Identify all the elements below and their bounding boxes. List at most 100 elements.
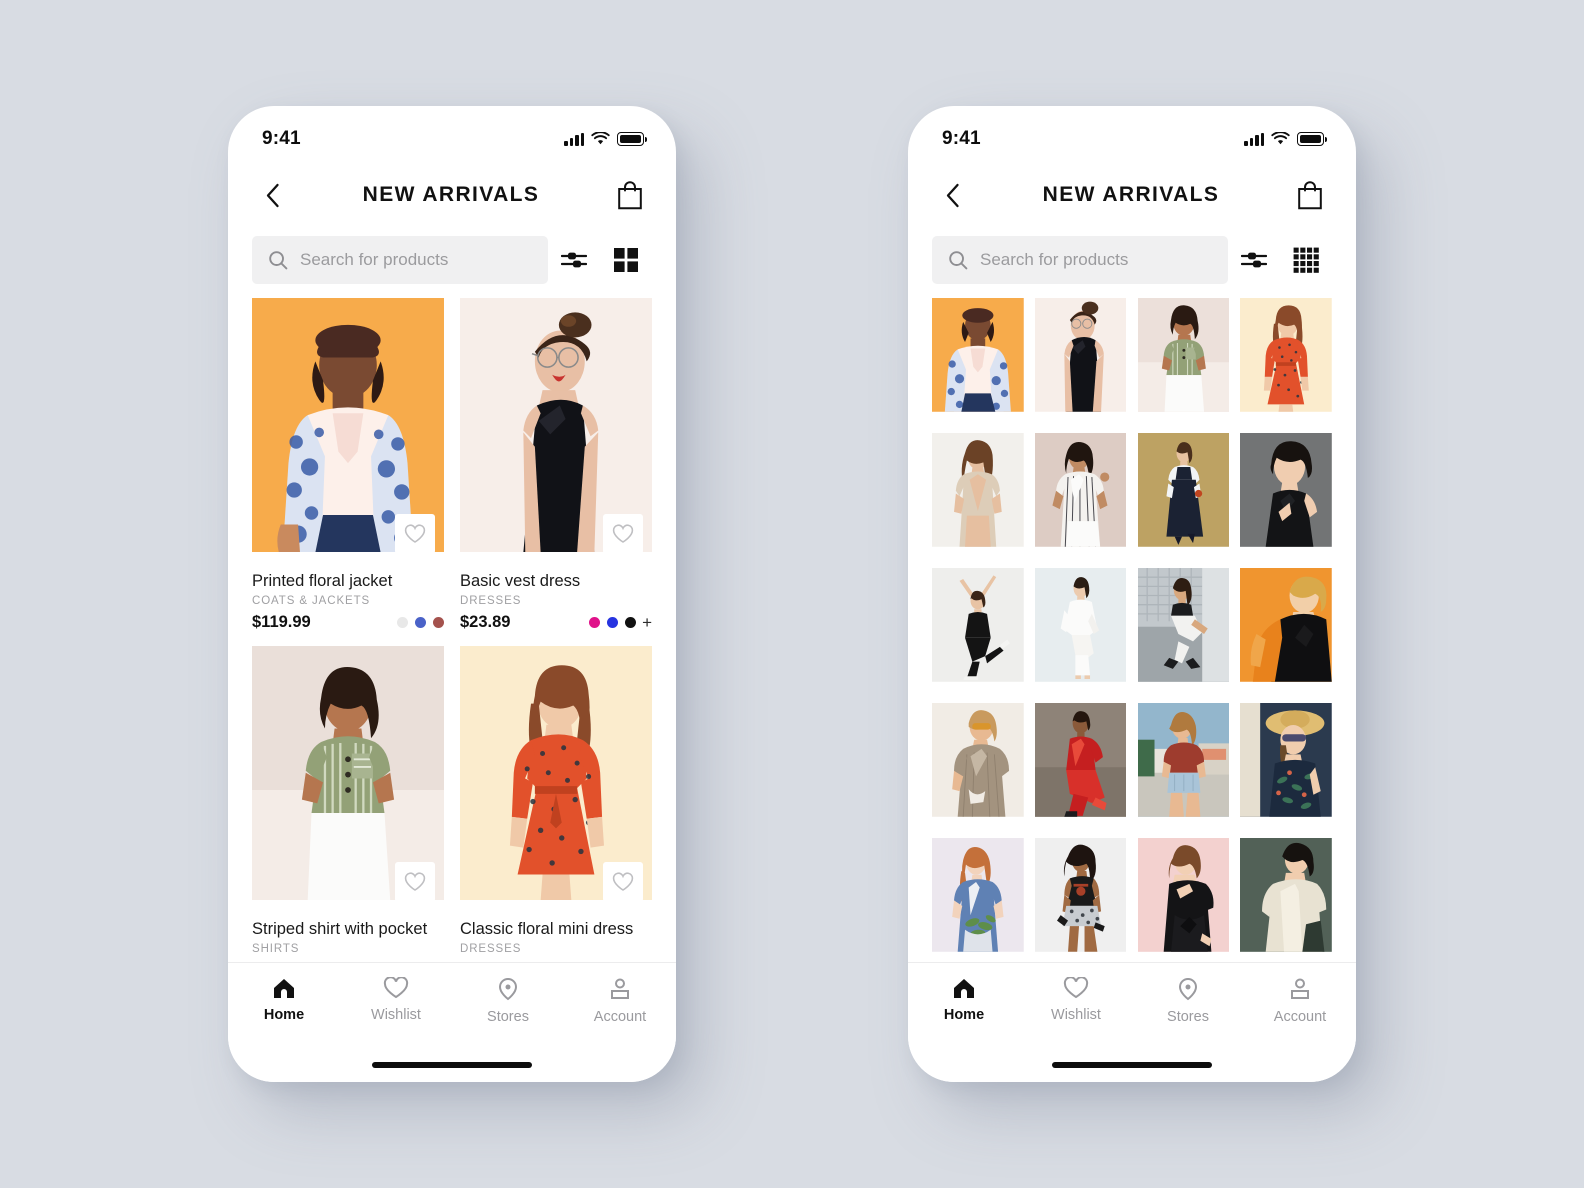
thumbnail[interactable] — [1034, 838, 1127, 962]
home-indicator[interactable] — [372, 1062, 532, 1068]
thumbnail[interactable] — [1240, 568, 1332, 692]
thumbnail[interactable] — [1240, 433, 1332, 557]
thumbnail[interactable] — [1137, 838, 1230, 962]
favorite-button[interactable] — [395, 514, 435, 554]
product-card[interactable]: Basic vest dress DRESSES $23.89 + — [460, 298, 652, 632]
person-icon — [611, 978, 629, 999]
phone-left: 9:41 NEW ARRIVALS Search for products Pr… — [228, 106, 676, 1082]
filter-button[interactable] — [548, 236, 600, 284]
thumb-dancer-black-jumpsuit — [932, 568, 1024, 682]
product-footer: $119.99 — [252, 613, 444, 632]
wifi-icon — [591, 132, 610, 145]
color-swatch[interactable] — [589, 617, 601, 628]
thumb-beige-blazer — [932, 433, 1024, 547]
product-card[interactable]: Striped shirt with pocket SHIRTS $42.95 … — [252, 646, 444, 962]
phone-mockup-stage: 9:41 NEW ARRIVALS Search for products Pr… — [0, 0, 1584, 1188]
status-icons — [1244, 132, 1328, 146]
view-toggle-button[interactable] — [600, 236, 652, 284]
heart-outline-icon — [612, 524, 634, 543]
product-card[interactable]: Classic floral mini dress DRESSES $160.9… — [460, 646, 652, 962]
color-swatch[interactable] — [607, 617, 619, 628]
nav-item-account[interactable]: Account — [1244, 977, 1356, 1025]
search-input[interactable]: Search for products — [932, 236, 1228, 284]
product-image[interactable] — [460, 298, 652, 563]
thumbnail[interactable] — [932, 568, 1024, 692]
status-bar: 9:41 — [228, 106, 676, 162]
favorite-button[interactable] — [603, 514, 643, 554]
nav-label: Account — [1273, 1009, 1327, 1025]
product-price: $23.89 — [460, 613, 511, 631]
thumbnail[interactable] — [932, 838, 1024, 962]
heart-icon — [383, 977, 409, 999]
chevron-left-icon — [266, 183, 279, 207]
filter-sliders-icon — [561, 252, 587, 268]
nav-label: Stores — [487, 1009, 529, 1025]
thumb-red-satin-suit — [1034, 703, 1127, 817]
shopping-bag-icon — [618, 181, 642, 210]
home-indicator[interactable] — [1052, 1062, 1212, 1068]
color-swatch[interactable] — [433, 617, 444, 628]
thumbnail[interactable] — [1137, 703, 1230, 827]
product-footer: $23.89 + — [460, 613, 652, 632]
product-image[interactable] — [460, 646, 652, 911]
thumb-striped-shirt — [1137, 298, 1230, 412]
thumbnail[interactable] — [932, 703, 1024, 827]
shopping-bag-button[interactable] — [1290, 175, 1330, 215]
nav-label: Wishlist — [1051, 1007, 1101, 1023]
color-swatch[interactable] — [415, 617, 426, 628]
thumb-black-top-portrait — [1240, 433, 1332, 547]
thumbnail[interactable] — [1240, 838, 1332, 962]
product-name: Printed floral jacket — [252, 572, 393, 590]
color-swatch[interactable] — [397, 617, 408, 628]
favorite-button[interactable] — [603, 862, 643, 902]
more-colors-button[interactable]: + — [642, 614, 652, 631]
nav-label: Home — [263, 1007, 305, 1023]
nav-item-home[interactable]: Home — [228, 977, 340, 1023]
thumbnail[interactable] — [1137, 568, 1230, 692]
thumbnail[interactable] — [1034, 703, 1127, 827]
product-card[interactable]: Printed floral jacket COATS & JACKETS $1… — [252, 298, 444, 632]
back-button[interactable] — [252, 175, 292, 215]
phone-right: 9:41 NEW ARRIVALS Search for products Ho… — [908, 106, 1356, 1082]
nav-item-stores[interactable]: Stores — [1132, 977, 1244, 1025]
shopping-bag-button[interactable] — [610, 175, 650, 215]
product-image[interactable] — [252, 298, 444, 563]
search-input[interactable]: Search for products — [252, 236, 548, 284]
search-icon — [949, 251, 968, 270]
thumbnail[interactable] — [932, 298, 1024, 422]
search-placeholder: Search for products — [300, 250, 449, 269]
nav-item-stores[interactable]: Stores — [452, 977, 564, 1025]
thumbnail[interactable] — [1034, 568, 1127, 692]
product-image[interactable] — [252, 646, 444, 911]
filter-button[interactable] — [1228, 236, 1280, 284]
thumb-navy-pinafore — [1137, 433, 1230, 547]
cellular-signal-icon — [1244, 132, 1264, 146]
nav-item-wishlist[interactable]: Wishlist — [340, 977, 452, 1023]
location-pin-icon — [498, 977, 518, 1001]
nav-item-wishlist[interactable]: Wishlist — [1020, 977, 1132, 1023]
thumbnail[interactable] — [1240, 298, 1332, 422]
thumbnail[interactable] — [1137, 298, 1230, 422]
status-bar: 9:41 — [908, 106, 1356, 162]
product-list: Printed floral jacket COATS & JACKETS $1… — [228, 298, 676, 962]
product-category: DRESSES — [460, 595, 522, 607]
thumbnail[interactable] — [1240, 703, 1332, 827]
back-button[interactable] — [932, 175, 972, 215]
nav-item-home[interactable]: Home — [908, 977, 1020, 1023]
grid-4x4-icon — [1293, 247, 1319, 273]
nav-label: Account — [593, 1009, 647, 1025]
thumbnail[interactable] — [1034, 433, 1127, 557]
thumbnail[interactable] — [932, 433, 1024, 557]
thumbnail[interactable] — [1034, 298, 1127, 422]
heart-icon — [1063, 977, 1089, 999]
nav-item-account[interactable]: Account — [564, 977, 676, 1025]
color-swatches[interactable] — [397, 617, 444, 628]
thumb-basic-vest-dress — [1034, 298, 1127, 412]
color-swatches[interactable]: + — [589, 614, 652, 631]
favorite-button[interactable] — [395, 862, 435, 902]
color-swatch[interactable] — [625, 617, 637, 628]
thumb-black-offshoulder — [1137, 838, 1230, 952]
view-toggle-button[interactable] — [1280, 236, 1332, 284]
thumbnail[interactable] — [1137, 433, 1230, 557]
thumb-printed-floral-jacket — [932, 298, 1024, 412]
